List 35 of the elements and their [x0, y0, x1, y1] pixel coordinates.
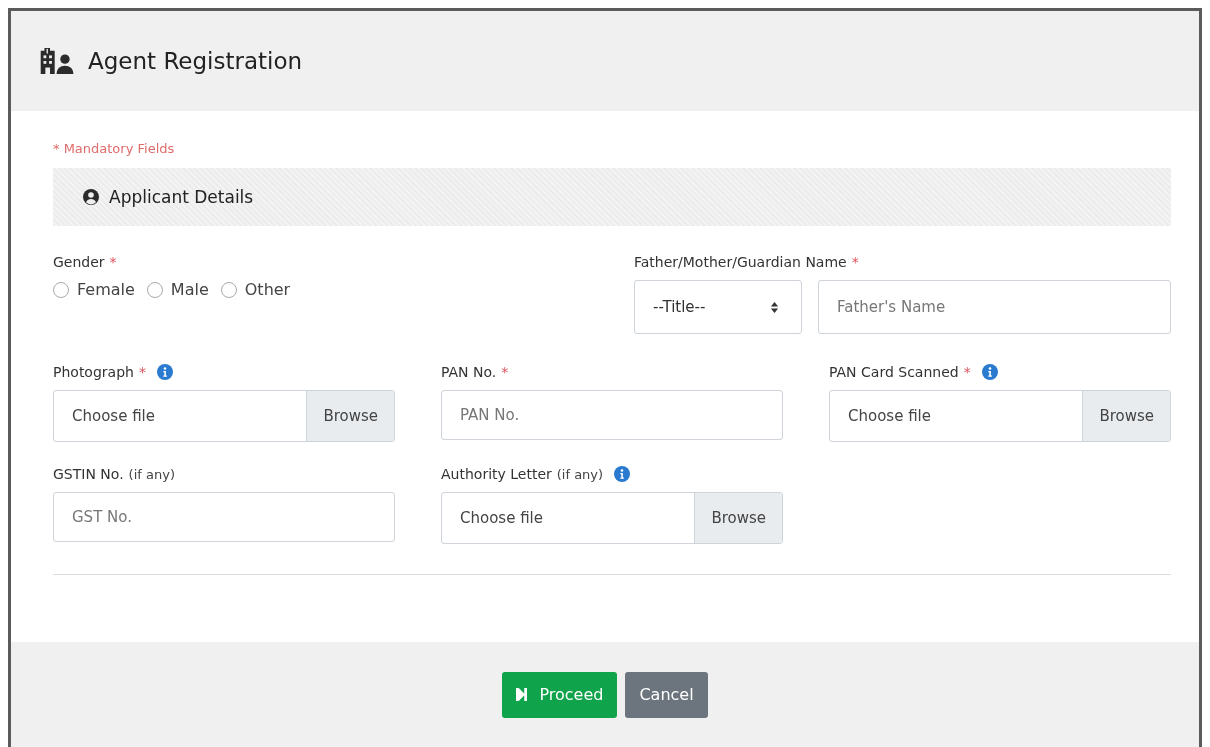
- cancel-button[interactable]: Cancel: [625, 671, 708, 718]
- field-label: Photograph: [53, 364, 134, 380]
- file-input[interactable]: Choose file Browse: [829, 390, 1171, 442]
- user-circle-icon: [83, 189, 99, 205]
- required-mark: *: [109, 254, 117, 270]
- required-mark: *: [138, 364, 146, 380]
- radio-option[interactable]: Other: [220, 280, 291, 299]
- field-note: (if any): [556, 466, 604, 482]
- field-label: Father/Mother/Guardian Name: [634, 254, 847, 270]
- title-select[interactable]: --Title--: [634, 280, 802, 334]
- name-input[interactable]: Father's Name: [818, 280, 1171, 334]
- info-icon[interactable]: [614, 466, 631, 482]
- required-mark: *: [851, 254, 859, 270]
- field-label: GSTIN No.: [53, 466, 124, 482]
- required-mark: *: [501, 364, 509, 380]
- mandatory-note: * Mandatory Fields: [53, 141, 176, 156]
- field-note: (if any): [128, 466, 175, 482]
- field-label: PAN Card Scanned: [829, 364, 959, 380]
- file-input[interactable]: Choose file Browse: [441, 492, 783, 544]
- field-label: Authority Letter: [441, 466, 552, 482]
- section-title: Applicant Details: [109, 187, 254, 207]
- dialog-title: Agent Registration: [88, 48, 303, 74]
- step-forward-icon: [516, 688, 528, 701]
- text-input[interactable]: GST No.: [53, 492, 395, 542]
- info-icon[interactable]: [156, 364, 173, 380]
- sort-caret-icon: [770, 300, 779, 314]
- radio-option[interactable]: Male: [146, 280, 209, 299]
- building-person-icon: [39, 47, 76, 75]
- field-label: Gender: [53, 254, 105, 270]
- required-mark: *: [963, 364, 971, 380]
- radio-option[interactable]: Female: [53, 280, 135, 299]
- field-label: PAN No.: [441, 364, 497, 380]
- file-input[interactable]: Choose file Browse: [53, 390, 395, 442]
- info-icon[interactable]: [981, 364, 998, 380]
- text-input[interactable]: PAN No.: [441, 390, 783, 440]
